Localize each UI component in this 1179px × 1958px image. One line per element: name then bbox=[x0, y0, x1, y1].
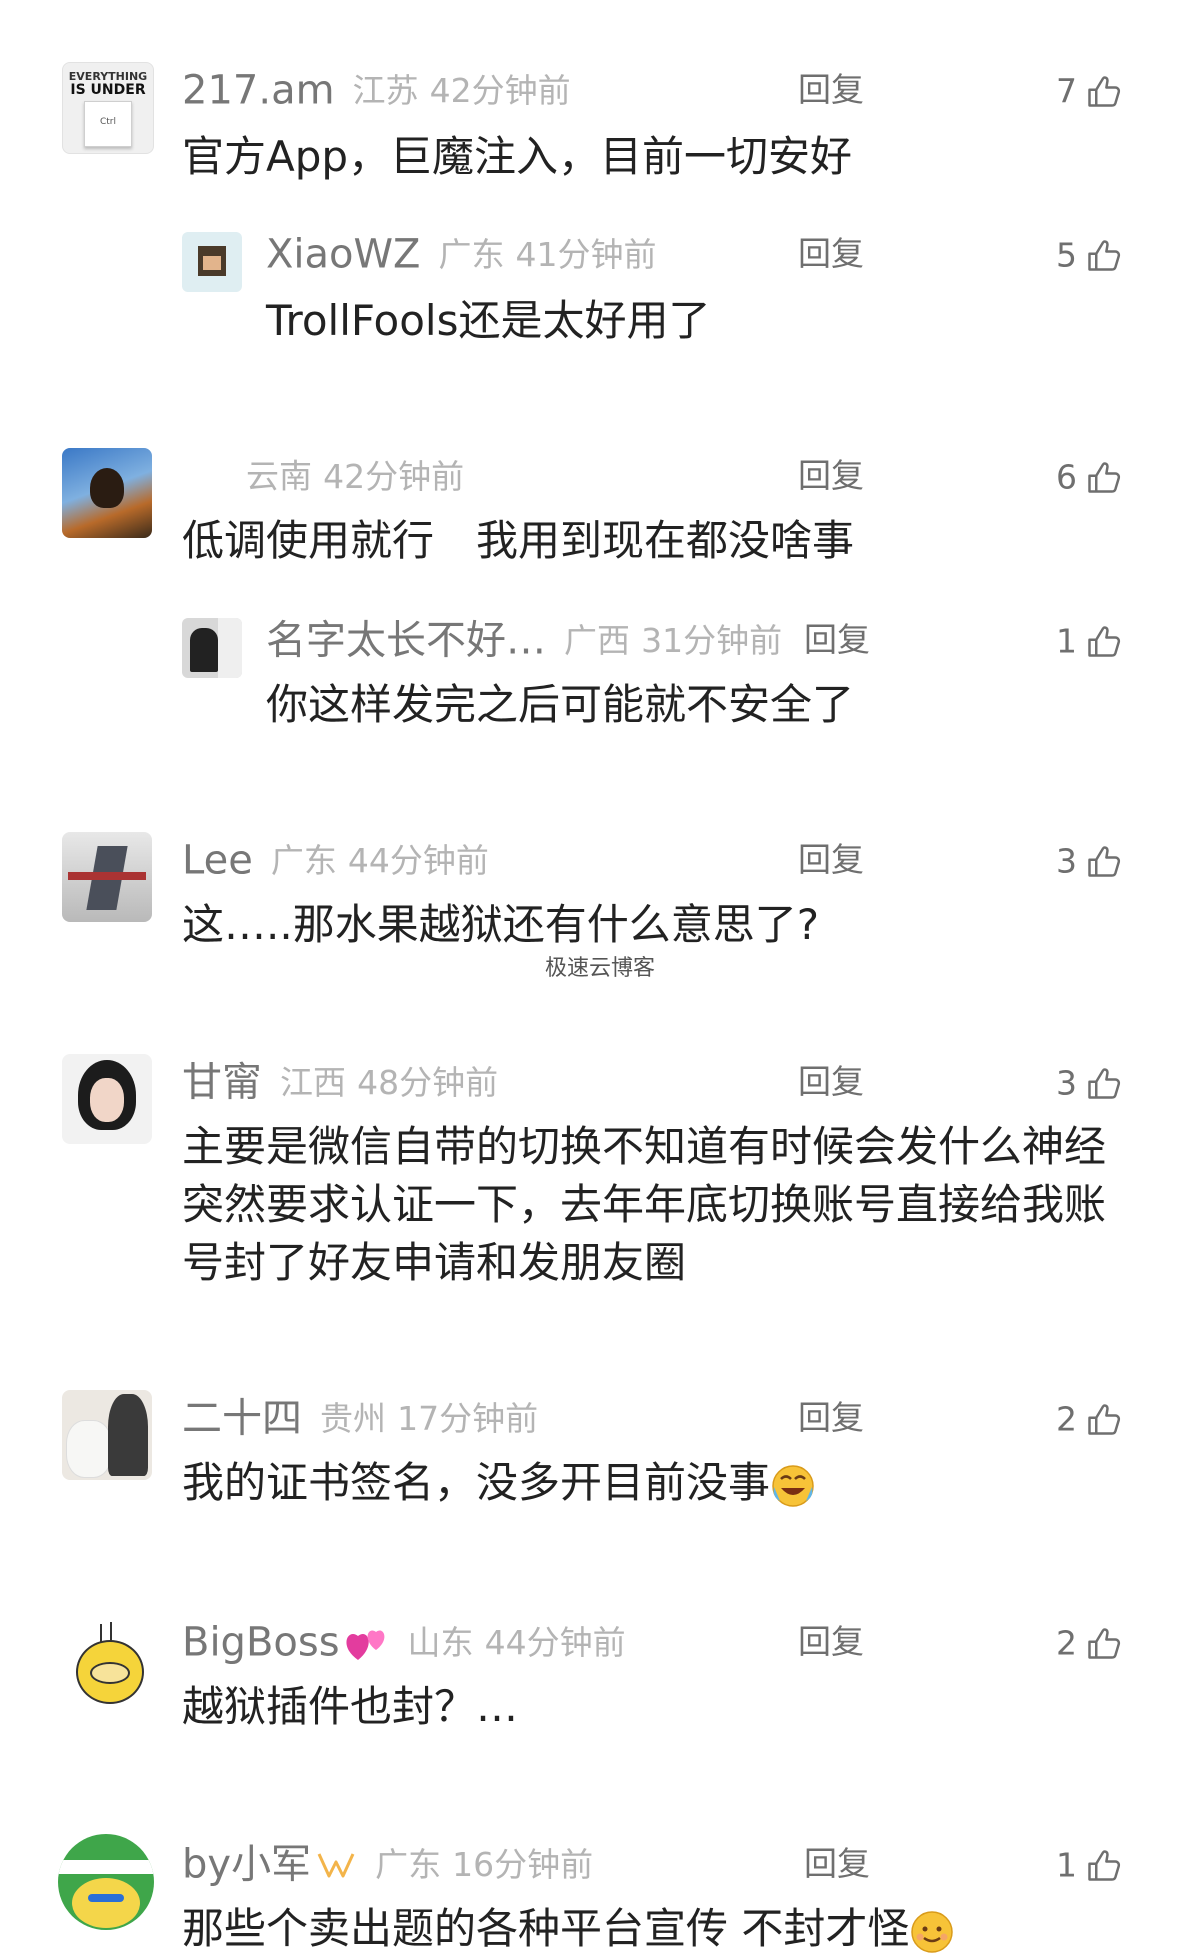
avatar-label: IS UNDER bbox=[70, 82, 146, 98]
avatar[interactable] bbox=[182, 232, 242, 292]
comment-meta: 217.am 江苏 42分钟前 bbox=[182, 62, 571, 118]
like-button[interactable]: 1 bbox=[1056, 1836, 1121, 1892]
like-count: 2 bbox=[1056, 1399, 1077, 1439]
comment-text: 这…..那水果越狱还有什么意思了? bbox=[182, 900, 819, 949]
comment-text: 我的证书签名，没多开目前没事 bbox=[182, 1454, 1121, 1512]
reply-button[interactable]: 回复 bbox=[791, 1614, 871, 1670]
reply-text: TrollFools还是太好用了 bbox=[266, 296, 711, 345]
avatar[interactable] bbox=[58, 1834, 154, 1930]
comment-text: 低调使用就行 我用到现在都没啥事 bbox=[182, 516, 855, 565]
username[interactable]: XiaoWZ bbox=[266, 232, 420, 278]
smiling-emoji-icon bbox=[911, 1910, 954, 1953]
location: 广西 bbox=[564, 620, 630, 660]
like-button[interactable]: 5 bbox=[1056, 226, 1121, 282]
thumbs-up-icon bbox=[1085, 460, 1121, 496]
comment-text-content: 那些个卖出题的各种平台宣传 不封才怪 bbox=[182, 1904, 910, 1953]
like-count: 5 bbox=[1056, 235, 1077, 275]
reply-button[interactable]: 回复 bbox=[791, 1054, 871, 1110]
thumbs-up-icon bbox=[1085, 74, 1121, 110]
reply-button[interactable]: 回复 bbox=[791, 62, 871, 118]
location: 山东 bbox=[407, 1622, 474, 1662]
like-count: 7 bbox=[1056, 71, 1077, 111]
timestamp: 31分钟前 bbox=[641, 620, 783, 660]
username[interactable]: BigBoss bbox=[182, 1620, 340, 1666]
like-button[interactable]: 6 bbox=[1056, 448, 1121, 504]
thumbs-up-icon bbox=[1085, 238, 1121, 274]
username[interactable]: by小军 bbox=[182, 1842, 311, 1888]
like-count: 1 bbox=[1056, 621, 1077, 661]
comment-text-content: 我的证书签名，没多开目前没事 bbox=[182, 1458, 771, 1507]
timestamp: 41分钟前 bbox=[515, 234, 657, 274]
thumbs-up-icon bbox=[1085, 844, 1121, 880]
like-count: 3 bbox=[1056, 1063, 1077, 1103]
like-button[interactable]: 2 bbox=[1056, 1614, 1121, 1670]
vip-badge-icon bbox=[317, 1852, 355, 1877]
like-button[interactable]: 3 bbox=[1056, 832, 1121, 888]
avatar[interactable] bbox=[62, 1054, 152, 1144]
username[interactable]: 二十四 bbox=[182, 1396, 302, 1442]
location: 贵州 bbox=[320, 1398, 386, 1438]
like-count: 2 bbox=[1056, 1623, 1077, 1663]
like-count: 3 bbox=[1056, 841, 1077, 881]
thumbs-up-icon bbox=[1085, 1066, 1121, 1102]
like-button[interactable]: 2 bbox=[1056, 1390, 1121, 1446]
hearts-emoji-icon bbox=[345, 1630, 384, 1660]
timestamp: 42分钟前 bbox=[323, 456, 465, 496]
comment-text: 官方App，巨魔注入，目前一切安好 bbox=[182, 132, 853, 181]
thumbs-up-icon bbox=[1085, 1626, 1121, 1662]
location: 云南 bbox=[246, 456, 312, 496]
timestamp: 17分钟前 bbox=[397, 1398, 539, 1438]
location: 江西 bbox=[280, 1062, 346, 1102]
thumbs-up-icon bbox=[1085, 1402, 1121, 1438]
watermark: 极速云博客 bbox=[544, 956, 655, 981]
username[interactable]: Lee bbox=[182, 838, 253, 884]
reply-button[interactable]: 回复 bbox=[797, 1836, 877, 1892]
timestamp: 44分钟前 bbox=[484, 1622, 626, 1662]
like-count: 1 bbox=[1056, 1845, 1077, 1885]
timestamp: 44分钟前 bbox=[347, 840, 489, 880]
timestamp: 16分钟前 bbox=[452, 1844, 594, 1884]
reply-meta: 名字太长不好… 广西 31分钟前 bbox=[266, 612, 782, 668]
like-button[interactable]: 7 bbox=[1056, 62, 1121, 118]
comment-text: 主要是微信自带的切换不知道有时候会发什么神经突然要求认证一下，去年年底切换账号直… bbox=[182, 1122, 1107, 1287]
comment-meta: by小军 广东 16分钟前 bbox=[182, 1836, 593, 1892]
timestamp: 42分钟前 bbox=[429, 70, 571, 110]
avatar[interactable] bbox=[62, 832, 152, 922]
timestamp: 48分钟前 bbox=[357, 1062, 499, 1102]
laughing-crying-emoji-icon bbox=[772, 1464, 814, 1507]
thumbs-up-icon bbox=[1085, 1848, 1121, 1884]
comment-meta: BigBoss 山东 44分钟前 bbox=[182, 1614, 626, 1670]
comment-meta: 甘甯 江西 48分钟前 bbox=[182, 1054, 498, 1110]
like-count: 6 bbox=[1056, 457, 1077, 497]
username[interactable]: 名字太长不好… bbox=[266, 618, 546, 664]
reply-button[interactable]: 回复 bbox=[791, 226, 871, 282]
username[interactable]: 甘甯 bbox=[182, 1060, 262, 1106]
comment-text: 越狱插件也封？… bbox=[182, 1682, 519, 1731]
like-button[interactable]: 1 bbox=[1056, 612, 1121, 668]
reply-button[interactable]: 回复 bbox=[791, 1390, 871, 1446]
reply-text: 你这样发完之后可能就不安全了 bbox=[266, 680, 855, 729]
reply-button[interactable]: 回复 bbox=[797, 612, 877, 668]
avatar[interactable] bbox=[62, 448, 152, 538]
username[interactable]: 217.am bbox=[182, 68, 335, 114]
comment-text: 那些个卖出题的各种平台宣传 不封才怪 bbox=[182, 1900, 1121, 1958]
location: 广东 bbox=[375, 1844, 442, 1884]
reply-button[interactable]: 回复 bbox=[791, 832, 871, 888]
location: 江苏 bbox=[352, 70, 419, 110]
avatar[interactable]: EVERYTHING IS UNDER Ctrl bbox=[62, 62, 154, 154]
comment-meta: 云南 42分钟前 bbox=[246, 448, 464, 504]
comment-meta: 二十四 贵州 17分钟前 bbox=[182, 1390, 538, 1446]
avatar[interactable] bbox=[182, 618, 242, 678]
avatar[interactable] bbox=[62, 1614, 152, 1704]
reply-meta: XiaoWZ 广东 41分钟前 bbox=[266, 226, 657, 282]
thumbs-up-icon bbox=[1085, 624, 1121, 660]
avatar-label: Ctrl bbox=[84, 101, 132, 147]
comment-meta: Lee 广东 44分钟前 bbox=[182, 832, 489, 888]
location: 广东 bbox=[270, 840, 337, 880]
location: 广东 bbox=[438, 234, 505, 274]
reply-button[interactable]: 回复 bbox=[791, 448, 871, 504]
avatar[interactable] bbox=[62, 1390, 152, 1480]
like-button[interactable]: 3 bbox=[1056, 1054, 1121, 1110]
